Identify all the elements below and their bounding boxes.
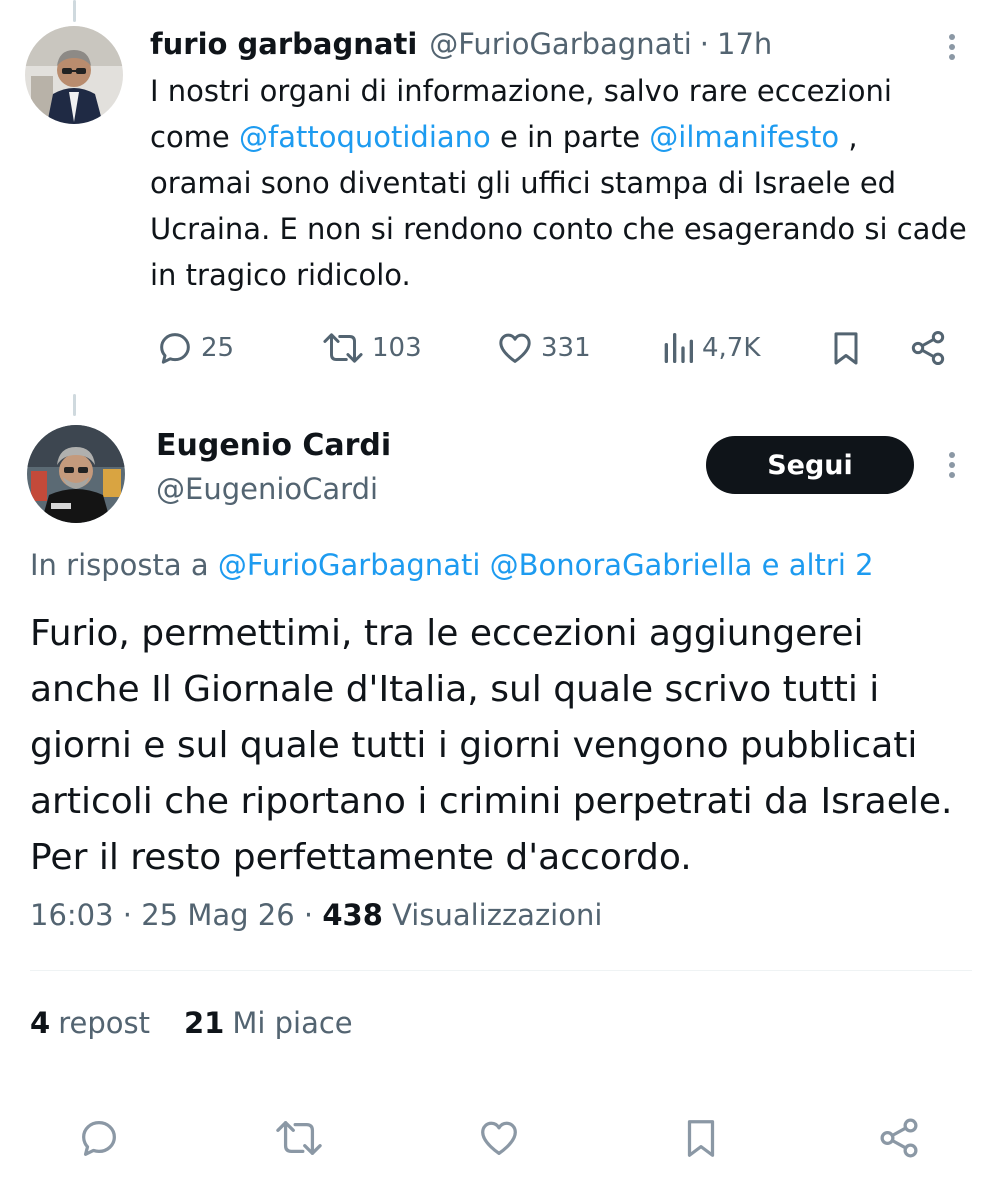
repost-arrows-icon: [276, 1121, 322, 1155]
reposts-stat[interactable]: 4 repost: [30, 1006, 150, 1040]
reply-tweet-text: Furio, permettimi, tra le eccezioni aggi…: [30, 613, 953, 878]
divider-top: [30, 970, 972, 971]
heart-icon: [481, 1121, 517, 1155]
speech-bubble-icon: [160, 333, 190, 364]
likes-stat[interactable]: 21 Mi piace: [184, 1006, 353, 1040]
replying-to: In risposta a @FurioGarbagnati @BonoraGa…: [30, 548, 874, 582]
avatar-eugenio[interactable]: [27, 425, 125, 523]
reply-button[interactable]: [76, 1108, 122, 1168]
mention-fattoquotidiano[interactable]: @fattoquotidiano: [239, 120, 491, 154]
reposts-stat-label: repost: [58, 1006, 150, 1040]
reply-date[interactable]: 25 Mag 26: [141, 898, 294, 932]
repost-count: 103: [372, 333, 422, 363]
thread-line-bottom: [73, 394, 76, 416]
parent-author-handle[interactable]: @FurioGarbagnati: [429, 27, 692, 61]
reply-views-label: Visualizzazioni: [392, 898, 603, 932]
parent-tweet-header: furio garbagnati @FurioGarbagnati · 17h: [150, 20, 772, 68]
reply-author-handle[interactable]: @EugenioCardi: [156, 472, 378, 506]
avatar-furio-image: [25, 26, 123, 124]
repost-arrows-icon: [323, 333, 363, 363]
repost-button[interactable]: 103: [320, 320, 422, 376]
parent-author-name[interactable]: furio garbagnati: [150, 27, 417, 61]
like-button[interactable]: [476, 1108, 522, 1168]
mention-furiogarbagnati[interactable]: @FurioGarbagnati: [218, 548, 481, 582]
parent-text-line2: come @fattoquotidiano e in parte @ilmani…: [150, 114, 970, 160]
parent-text-comma: ,: [839, 120, 858, 154]
more-vertical-icon[interactable]: [949, 30, 955, 64]
likes-stat-label: Mi piace: [232, 1006, 353, 1040]
repost-button[interactable]: [272, 1108, 326, 1168]
bookmark-icon: [687, 1120, 715, 1157]
parent-tweet-text: I nostri organi di informazione, salvo r…: [150, 68, 970, 298]
meta-separator-1: ·: [122, 898, 133, 932]
reply-actions-bar: [0, 1108, 1001, 1168]
mention-bonoragabriella[interactable]: @BonoraGabriella: [490, 548, 753, 582]
parent-text-come: come: [150, 120, 239, 154]
bar-chart-icon: [664, 333, 693, 363]
views-button[interactable]: 4,7K: [660, 320, 760, 376]
share-button[interactable]: [908, 320, 948, 376]
reply-views-count: 438: [322, 898, 383, 932]
follow-button[interactable]: Segui: [706, 436, 914, 494]
share-icon: [880, 1118, 918, 1158]
avatar-eugenio-image: [27, 425, 125, 523]
reply-stats: 4 repost 21 Mi piace: [30, 1006, 353, 1040]
parent-tweet-time[interactable]: 17h: [717, 27, 772, 61]
reply-count: 25: [201, 333, 235, 363]
parent-text-inparte: e in parte: [490, 120, 650, 154]
like-button[interactable]: 331: [495, 320, 591, 376]
heart-icon: [499, 333, 531, 363]
reply-author-name[interactable]: Eugenio Cardi: [156, 428, 391, 463]
header-separator: ·: [699, 27, 710, 61]
views-count: 4,7K: [702, 333, 761, 363]
bookmark-button[interactable]: [826, 320, 866, 376]
speech-bubble-icon: [82, 1121, 116, 1156]
mention-ilmanifesto[interactable]: @ilmanifesto: [649, 120, 839, 154]
parent-text-line1: I nostri organi di informazione, salvo r…: [150, 74, 892, 108]
reply-time[interactable]: 16:03: [30, 898, 114, 932]
parent-tweet-actions: 25 103 331 4,7K: [150, 320, 950, 376]
parent-text-rest: oramai sono diventati gli uffici stampa …: [150, 166, 967, 292]
bookmark-button[interactable]: [678, 1108, 724, 1168]
share-icon: [911, 331, 945, 365]
thread-line-top: [73, 0, 76, 22]
reply-tweet-meta: 16:03 · 25 Mag 26 · 438 Visualizzazioni: [30, 898, 602, 932]
reposts-stat-count: 4: [30, 1006, 51, 1040]
reply-button[interactable]: 25: [155, 320, 234, 376]
like-count: 331: [541, 333, 591, 363]
bookmark-icon: [834, 332, 858, 365]
meta-separator-2: ·: [303, 898, 314, 932]
mention-others[interactable]: e altri 2: [762, 548, 874, 582]
share-button[interactable]: [876, 1108, 922, 1168]
more-vertical-icon[interactable]: [949, 448, 955, 482]
likes-stat-count: 21: [183, 1006, 225, 1040]
replying-to-prefix: In risposta a: [30, 548, 218, 582]
avatar-furio[interactable]: [25, 26, 123, 124]
